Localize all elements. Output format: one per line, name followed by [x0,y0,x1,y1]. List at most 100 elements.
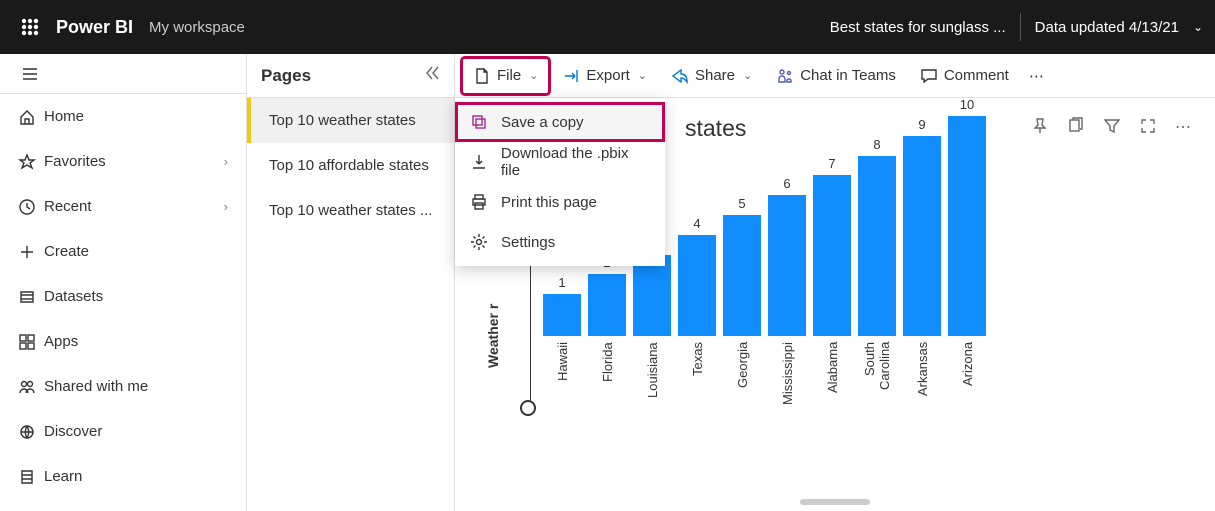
nav-label: Home [44,108,84,125]
bar-category-label: Alabama [825,342,840,412]
report-title[interactable]: Best states for sunglass ... [830,19,1006,36]
settings-item[interactable]: Settings [455,222,665,262]
nav-icon [18,333,44,351]
chevron-down-icon: ⌄ [638,69,647,82]
bar-value: 1 [558,275,565,290]
nav-icon [18,423,44,441]
page-tab[interactable]: Top 10 weather states [247,98,454,143]
settings-label: Settings [501,234,555,251]
chevron-right-icon: › [224,199,228,214]
page-tab[interactable]: Top 10 affordable states [247,143,454,188]
report-area: File ⌄ Export ⌄ Share ⌄ Chat in Teams Co… [455,54,1215,511]
bar-category-label: Georgia [735,342,750,412]
chevron-down-icon: ⌄ [743,69,752,82]
bar-category-label: Hawaii [555,342,570,412]
share-label: Share [695,67,735,84]
top-banner: Power BI My workspace Best states for su… [0,0,1215,54]
nav-icon [18,288,44,306]
teams-icon [776,67,794,85]
bar-arkansas[interactable]: 9 Arkansas [903,117,941,412]
bar-value: 7 [828,156,835,171]
bar-alabama[interactable]: 7 Alabama [813,156,851,412]
pages-title: Pages [261,66,311,86]
file-label: File [497,67,521,84]
nav-item-favorites[interactable]: Favorites › [0,139,246,184]
copy-icon[interactable] [1063,113,1089,144]
comment-label: Comment [944,67,1009,84]
export-icon [562,67,580,85]
bar-rect [543,294,581,336]
download-pbix-item[interactable]: Download the .pbix file [455,142,665,182]
app-launcher-icon[interactable] [12,9,48,45]
file-button[interactable]: File ⌄ [463,59,548,93]
nav-item-recent[interactable]: Recent › [0,184,246,229]
bar-rect [903,136,941,336]
nav-item-datasets[interactable]: Datasets [0,274,246,319]
nav-item-apps[interactable]: Apps [0,319,246,364]
bar-category-label: Arkansas [915,342,930,412]
bar-rect [813,175,851,336]
bar-south-carolina[interactable]: 8South Carolina [858,137,896,412]
bar-arizona[interactable]: 10Arizona [948,97,986,412]
nav-item-home[interactable]: Home [0,94,246,139]
page-tab[interactable]: Top 10 weather states ... [247,188,454,233]
save-copy-icon [469,113,489,131]
bar-georgia[interactable]: 5Georgia [723,196,761,412]
bar-texas[interactable]: 4Texas [678,216,716,412]
nav-icon [18,198,44,216]
divider [1020,13,1021,41]
hamburger-icon[interactable] [14,58,46,90]
collapse-pages-icon[interactable] [422,64,440,87]
export-button[interactable]: Export ⌄ [552,59,657,93]
bar-hawaii[interactable]: 1 Hawaii [543,275,581,412]
workspace-breadcrumb[interactable]: My workspace [149,19,245,36]
data-updated-label[interactable]: Data updated 4/13/21 [1035,19,1179,36]
comment-button[interactable]: Comment [910,59,1019,93]
print-page-item[interactable]: Print this page [455,182,665,222]
nav-label: Create [44,243,89,260]
chevron-right-icon: › [224,154,228,169]
bar-category-label: Texas [690,342,705,412]
save-copy-label: Save a copy [501,114,584,131]
ellipsis-icon[interactable]: ⋯ [1171,113,1195,144]
nav-label: Shared with me [44,378,148,395]
nav-toggle-row [0,54,246,94]
download-icon [469,153,489,171]
nav-icon [18,243,44,261]
pin-icon[interactable] [1027,113,1053,144]
chevron-down-icon[interactable]: ⌄ [1193,20,1203,34]
save-copy-item[interactable]: Save a copy [455,102,665,142]
bar-value: 9 [918,117,925,132]
bar-rect [588,274,626,336]
chat-teams-button[interactable]: Chat in Teams [766,59,906,93]
bar-rect [633,255,671,336]
nav-label: Learn [44,468,82,485]
download-label: Download the .pbix file [501,145,651,179]
nav-item-shared-with-me[interactable]: Shared with me [0,364,246,409]
filter-icon[interactable] [1099,113,1125,144]
pages-header: Pages [247,54,454,98]
bar-category-label: Florida [600,342,615,412]
nav-item-discover[interactable]: Discover [0,409,246,454]
bar-category-label: Mississippi [780,342,795,412]
left-navigation: Home Favorites › Recent › Create Datasets Apps S… [0,54,247,511]
export-label: Export [586,67,629,84]
focus-icon[interactable] [1135,113,1161,144]
bar-mississippi[interactable]: 6Mississippi [768,176,806,412]
file-icon [473,67,491,85]
nav-item-learn[interactable]: Learn [0,454,246,499]
comment-icon [920,67,938,85]
nav-icon [18,153,44,171]
share-button[interactable]: Share ⌄ [661,59,762,93]
horizontal-scrollbar[interactable] [800,499,870,505]
nav-label: Favorites [44,153,106,170]
nav-icon [18,108,44,126]
nav-label: Datasets [44,288,103,305]
bar-category-label: South Carolina [862,342,892,412]
bar-florida[interactable]: 2Florida [588,255,626,412]
app-name: Power BI [56,17,133,38]
nav-label: Discover [44,423,102,440]
nav-item-create[interactable]: Create [0,229,246,274]
nav-label: Recent [44,198,92,215]
more-options-button[interactable]: ⋯ [1023,59,1050,93]
